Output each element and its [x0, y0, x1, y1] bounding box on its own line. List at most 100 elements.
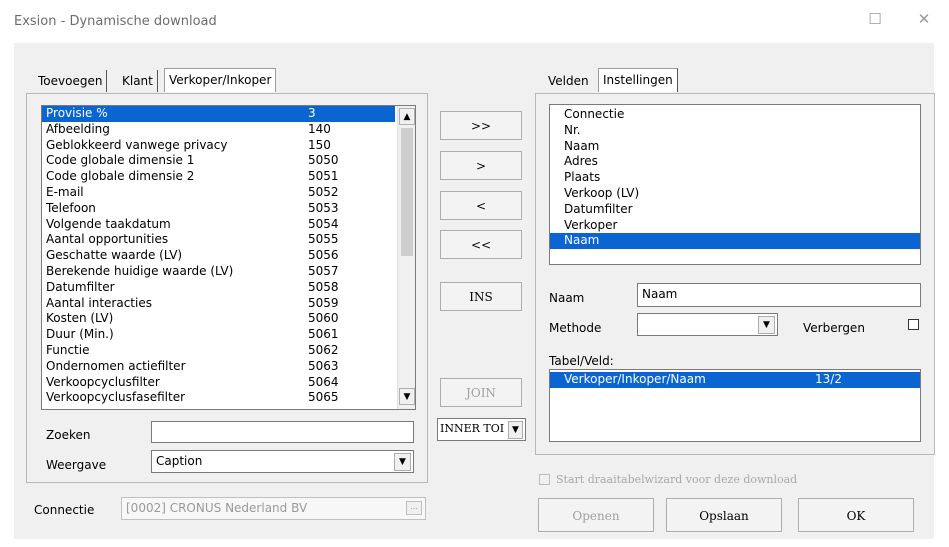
list-item[interactable]: Verkoopcyclusfilter 5064: [42, 375, 395, 391]
field-code: 5059: [308, 295, 339, 310]
available-fields-list[interactable]: Provisie % 3 Afbeelding 140 Geblokkeerd vanw…: [41, 105, 416, 410]
field-code: 5058: [308, 279, 339, 294]
method-label: Methode: [549, 321, 602, 335]
hide-checkbox[interactable]: [908, 319, 919, 330]
list-item[interactable]: Naam: [550, 233, 920, 250]
field-name: Ondernomen actiefilter: [46, 358, 186, 373]
scroll-up-icon[interactable]: ▲: [399, 108, 415, 125]
join-type-select[interactable]: INNER TOI ▼: [437, 418, 526, 441]
list-item[interactable]: Verkoper: [550, 218, 920, 234]
maximize-icon[interactable]: ☐: [860, 6, 890, 32]
field-code: 5050: [308, 153, 339, 168]
browse-icon: ...: [406, 501, 422, 515]
chevron-down-icon[interactable]: ▼: [508, 421, 523, 439]
connection-value: [0002] CRONUS Nederland BV: [126, 501, 308, 515]
list-item[interactable]: Provisie % 3: [42, 106, 395, 122]
field-name: Geblokkeerd vanwege privacy: [46, 137, 228, 152]
field-code: 5063: [308, 358, 339, 373]
display-label: Weergave: [46, 458, 107, 472]
list-item[interactable]: Datumfilter: [550, 202, 920, 218]
list-item[interactable]: Aantal interacties 5059: [42, 296, 395, 312]
scroll-down-icon[interactable]: ▼: [399, 388, 415, 405]
table-field-list[interactable]: Verkoper/Inkoper/Naam 13/2: [549, 369, 921, 442]
chevron-down-icon[interactable]: ▼: [394, 453, 411, 471]
selected-fields-list[interactable]: Connectie Nr. Naam Adres Plaats Verkoop (LV) D…: [549, 104, 921, 265]
list-item[interactable]: Nr.: [550, 123, 920, 139]
list-item[interactable]: Naam: [550, 139, 920, 155]
remove-all-button[interactable]: <<: [440, 230, 522, 259]
list-item[interactable]: Verkoopcyclusfasefilter 5065: [42, 390, 395, 406]
name-input[interactable]: Naam: [637, 283, 921, 307]
field-code: 140: [308, 121, 331, 136]
field-name: Verkoopcyclusfasefilter: [46, 390, 186, 405]
list-item[interactable]: Ondernomen actiefilter 5063: [42, 359, 395, 375]
fields-scrollbar[interactable]: ▲ ▼: [397, 106, 415, 409]
list-item[interactable]: Datumfilter 5058: [42, 280, 395, 296]
left-tab-strip: Toevoegen Klant Verkoper/Inkoper: [34, 68, 294, 94]
table-field-code: 13/2: [815, 372, 842, 386]
list-item[interactable]: Geschatte waarde (LV) 5056: [42, 248, 395, 264]
scroll-thumb[interactable]: [401, 128, 413, 256]
field-name: Telefoon: [46, 200, 96, 215]
field-code: 150: [308, 137, 331, 152]
field-code: 5054: [308, 216, 339, 231]
list-item[interactable]: Kosten (LV) 5060: [42, 311, 395, 327]
list-item[interactable]: Plaats: [550, 170, 920, 186]
add-all-button[interactable]: >>: [440, 111, 522, 140]
list-item[interactable]: Verkoop (LV): [550, 186, 920, 202]
right-tab-strip: Velden Instellingen: [544, 68, 704, 94]
field-name: Kosten (LV): [46, 311, 114, 326]
list-item[interactable]: Afbeelding 140: [42, 122, 395, 138]
field-name: E-mail: [46, 184, 84, 199]
remove-button[interactable]: <: [440, 191, 522, 220]
tab-toevoegen[interactable]: Toevoegen: [34, 70, 108, 92]
connection-label: Connectie: [34, 503, 95, 517]
list-item[interactable]: Berekende huidige waarde (LV) 5057: [42, 264, 395, 280]
list-item[interactable]: E-mail 5052: [42, 185, 395, 201]
field-name: Datumfilter: [46, 279, 115, 294]
field-name: Duur (Min.): [46, 327, 114, 342]
list-item[interactable]: Functie 5062: [42, 343, 395, 359]
close-icon[interactable]: ✕: [909, 6, 939, 32]
tab-klant[interactable]: Klant: [118, 70, 158, 92]
table-field-label: Tabel/Veld:: [549, 354, 614, 368]
list-item[interactable]: Connectie: [550, 107, 920, 123]
field-code: 5061: [308, 327, 339, 342]
list-item[interactable]: Aantal opportunities 5055: [42, 232, 395, 248]
join-button: JOIN: [440, 378, 522, 407]
list-item[interactable]: Telefoon 5053: [42, 201, 395, 217]
field-name: Geschatte waarde (LV): [46, 248, 183, 263]
hide-label: Verbergen: [803, 321, 865, 335]
list-item[interactable]: Code globale dimensie 1 5050: [42, 153, 395, 169]
field-name: Aantal interacties: [46, 295, 152, 310]
tab-velden[interactable]: Velden: [544, 70, 593, 92]
ins-button[interactable]: INS: [440, 282, 522, 311]
open-button: Openen: [538, 498, 654, 532]
search-input[interactable]: [151, 421, 414, 443]
field-name: Verkoopcyclusfilter: [46, 374, 160, 389]
list-item[interactable]: Volgende taakdatum 5054: [42, 217, 395, 233]
search-label: Zoeken: [46, 428, 91, 442]
display-select[interactable]: Caption ▼: [151, 450, 414, 473]
list-item[interactable]: Duur (Min.) 5061: [42, 327, 395, 343]
display-value: Caption: [156, 454, 203, 468]
list-item[interactable]: Geblokkeerd vanwege privacy 150: [42, 138, 395, 154]
field-code: 3: [308, 106, 316, 120]
field-code: 5056: [308, 248, 339, 263]
method-select[interactable]: ▼: [637, 313, 778, 336]
save-button[interactable]: Opslaan: [666, 498, 782, 532]
chevron-down-icon[interactable]: ▼: [758, 316, 775, 334]
ok-button[interactable]: OK: [798, 498, 914, 532]
field-code: 5062: [308, 342, 339, 357]
pivot-wizard-checkbox: [539, 474, 550, 485]
list-item[interactable]: Code globale dimensie 2 5051: [42, 169, 395, 185]
add-button[interactable]: >: [440, 151, 522, 180]
field-code: 5065: [308, 390, 339, 405]
field-code: 5051: [308, 169, 339, 184]
name-label: Naam: [549, 291, 585, 305]
list-item[interactable]: Adres: [550, 154, 920, 170]
tab-verkoper-inkoper[interactable]: Verkoper/Inkoper: [164, 68, 277, 92]
tab-instellingen[interactable]: Instellingen: [598, 68, 678, 92]
table-field-row[interactable]: Verkoper/Inkoper/Naam 13/2: [550, 372, 920, 388]
field-code: 5055: [308, 232, 339, 247]
